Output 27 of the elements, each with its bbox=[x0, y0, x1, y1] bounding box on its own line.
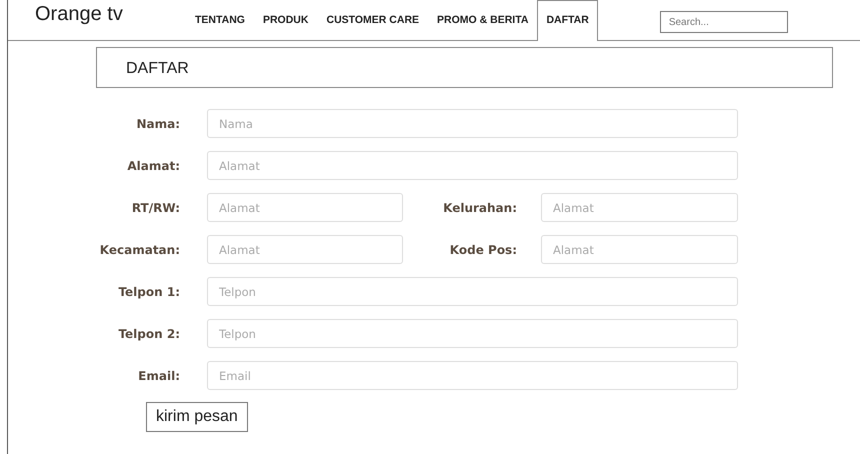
nav-link[interactable]: DAFTAR bbox=[537, 0, 598, 41]
field-label: Nama: bbox=[136, 116, 180, 132]
input-field[interactable]: Alamat bbox=[207, 235, 403, 264]
search-field[interactable]: Search... bbox=[660, 11, 788, 33]
field-label: Telpon 1: bbox=[118, 284, 180, 300]
input-field[interactable]: Alamat bbox=[207, 151, 738, 180]
nav-link[interactable]: TENTANG bbox=[186, 0, 254, 40]
field-label: Kode Pos: bbox=[450, 242, 517, 258]
input-field[interactable]: Nama bbox=[207, 109, 738, 138]
field-label: RT/RW: bbox=[132, 200, 180, 216]
nav-link[interactable]: PRODUK bbox=[254, 0, 318, 40]
input-field[interactable]: Alamat bbox=[541, 193, 738, 222]
field-label: Alamat: bbox=[127, 158, 180, 174]
nav-link[interactable]: PROMO & BERITA bbox=[428, 0, 538, 40]
input-field[interactable]: Email bbox=[207, 361, 738, 390]
logo-text: Orange tv bbox=[35, 3, 123, 25]
field-label: Email: bbox=[138, 368, 180, 384]
field-label: Telpon 2: bbox=[118, 326, 180, 342]
field-label: Kecamatan: bbox=[100, 242, 180, 258]
field-label: Kelurahan: bbox=[443, 200, 517, 216]
input-field[interactable]: Telpon bbox=[207, 277, 738, 306]
input-field[interactable]: Alamat bbox=[207, 193, 403, 222]
input-field[interactable]: Telpon bbox=[207, 319, 738, 348]
submit-button[interactable]: kirim pesan bbox=[146, 402, 248, 432]
input-field[interactable]: Alamat bbox=[541, 235, 738, 264]
nav-link[interactable]: CUSTOMER CARE bbox=[317, 0, 428, 40]
page-title: DAFTAR bbox=[96, 47, 833, 88]
